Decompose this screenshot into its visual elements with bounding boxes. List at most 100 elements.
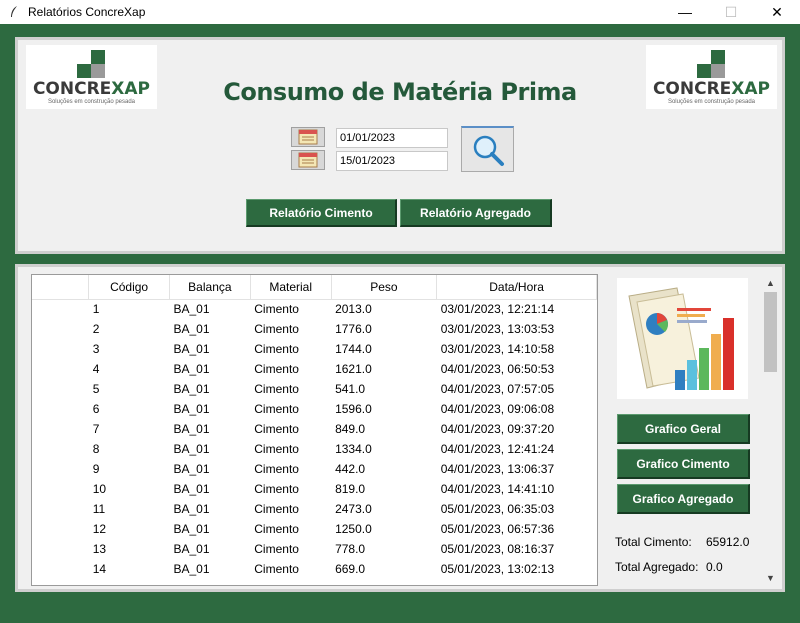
panel-scrollbar[interactable]: ▲ ▼ [762, 274, 779, 586]
logo-tagline: Soluções em construção pesada [667, 98, 756, 105]
data-hora-cell: 04/01/2023, 06:50:53 [440, 362, 555, 376]
peso-cell: 541.0 [335, 382, 366, 396]
table-row[interactable]: 1 BA_01 Cimento 2013.0 03/01/2023, 12:21:14 [32, 299, 597, 319]
start-date-input[interactable]: 01/01/2023 [336, 128, 448, 148]
grafico-cimento-button[interactable]: Grafico Cimento [617, 449, 750, 479]
data-hora-cell: 04/01/2023, 09:06:08 [440, 402, 555, 416]
material-cell: Cimento [254, 442, 299, 456]
row-index-cell [32, 399, 89, 419]
end-date-calendar-button[interactable] [291, 150, 325, 170]
close-button[interactable]: ✕ [754, 0, 800, 24]
table-row[interactable]: 6 BA_01 Cimento 1596.0 04/01/2023, 09:06:08 [32, 399, 597, 419]
logo-wordmark: CONCREXAP [652, 78, 771, 99]
table-row[interactable]: 2 BA_01 Cimento 1776.0 03/01/2023, 13:03:53 [32, 319, 597, 339]
calendar-icon [298, 129, 318, 145]
balanca-cell: BA_01 [173, 362, 210, 376]
codigo-cell: 9 [92, 462, 100, 476]
codigo-cell: 2 [92, 322, 100, 336]
calendar-icon [298, 152, 318, 168]
data-hora-cell: 03/01/2023, 14:10:58 [440, 342, 555, 356]
material-cell: Cimento [254, 342, 299, 356]
table-row[interactable]: 10 BA_01 Cimento 819.0 04/01/2023, 14:41:10 [32, 479, 597, 499]
table-row[interactable]: 7 BA_01 Cimento 849.0 04/01/2023, 09:37:20 [32, 419, 597, 439]
balanca-cell: BA_01 [173, 482, 210, 496]
row-index-cell [32, 559, 89, 579]
table-row[interactable]: 14 BA_01 Cimento 669.0 05/01/2023, 13:02:13 [32, 559, 597, 579]
material-cell: Cimento [254, 542, 299, 556]
search-button[interactable] [461, 126, 514, 172]
codigo-cell: 6 [92, 402, 100, 416]
data-hora-cell: 05/01/2023, 06:35:03 [440, 502, 555, 516]
data-hora-cell: 04/01/2023, 09:37:20 [440, 422, 555, 436]
balanca-cell: BA_01 [173, 422, 210, 436]
peso-cell: 1596.0 [335, 402, 372, 416]
window-controls: — ☐ ✕ [662, 0, 800, 24]
scroll-down-arrow-icon[interactable]: ▼ [762, 569, 779, 586]
window-titlebar: Relatórios ConcreXap — ☐ ✕ [0, 0, 800, 24]
material-cell: Cimento [254, 482, 299, 496]
table-row[interactable]: 11 BA_01 Cimento 2473.0 05/01/2023, 06:35:03 [32, 499, 597, 519]
table-row[interactable]: 3 BA_01 Cimento 1744.0 03/01/2023, 14:10:58 [32, 339, 597, 359]
row-index-cell [32, 519, 89, 539]
codigo-cell: 1 [92, 302, 100, 317]
minimize-button[interactable]: — [662, 0, 708, 24]
relatorio-cimento-button[interactable]: Relatório Cimento [246, 199, 397, 227]
peso-cell: 1250.0 [335, 522, 372, 536]
magnifier-icon [473, 135, 504, 166]
data-hora-cell: 04/01/2023, 14:41:10 [440, 482, 555, 496]
column-header-material[interactable]: Material [250, 275, 332, 300]
balanca-cell: BA_01 [173, 302, 210, 317]
balanca-cell: BA_01 [173, 542, 210, 556]
column-header-balanca[interactable]: Balança [169, 275, 251, 300]
row-index-cell [32, 299, 89, 319]
grafico-geral-button[interactable]: Grafico Geral [617, 414, 750, 444]
scroll-up-arrow-icon[interactable]: ▲ [762, 274, 779, 291]
grafico-agregado-button[interactable]: Grafico Agregado [617, 484, 750, 514]
results-table[interactable]: Código Balança Material Peso Data/Hora 1… [31, 274, 598, 586]
data-hora-cell: 03/01/2023, 12:21:14 [440, 302, 555, 317]
peso-cell: 442.0 [335, 462, 366, 476]
table-row[interactable]: 8 BA_01 Cimento 1334.0 04/01/2023, 12:41:24 [32, 439, 597, 459]
column-header-codigo[interactable]: Código [88, 275, 170, 300]
table-row[interactable]: 12 BA_01 Cimento 1250.0 05/01/2023, 06:57:36 [32, 519, 597, 539]
total-cimento-label: Total Cimento: [615, 535, 692, 549]
row-index-cell [32, 479, 89, 499]
material-cell: Cimento [254, 322, 299, 336]
row-index-cell [32, 339, 89, 359]
end-date-input[interactable]: 15/01/2023 [336, 151, 448, 171]
peso-cell: 1744.0 [335, 342, 372, 356]
logo-mark-icon [76, 49, 105, 78]
balanca-cell: BA_01 [173, 322, 210, 336]
table-row[interactable]: 9 BA_01 Cimento 442.0 04/01/2023, 13:06:37 [32, 459, 597, 479]
table-row[interactable]: 5 BA_01 Cimento 541.0 04/01/2023, 07:57:05 [32, 379, 597, 399]
peso-cell: 849.0 [335, 422, 366, 436]
total-cimento-value: 65912.0 [706, 535, 750, 549]
codigo-cell: 7 [92, 422, 100, 436]
codigo-cell: 3 [92, 342, 100, 356]
codigo-cell: 5 [92, 382, 100, 396]
maximize-button[interactable]: ☐ [708, 0, 754, 24]
codigo-cell: 12 [92, 522, 107, 536]
start-date-calendar-button[interactable] [291, 127, 325, 147]
material-cell: Cimento [254, 562, 299, 576]
data-hora-cell: 05/01/2023, 13:02:13 [440, 562, 555, 576]
column-header-index [32, 275, 90, 300]
material-cell: Cimento [254, 302, 299, 317]
peso-cell: 1776.0 [335, 322, 372, 336]
data-hora-cell: 05/01/2023, 06:57:36 [440, 522, 555, 536]
chart-illustration [617, 278, 748, 399]
relatorio-agregado-button[interactable]: Relatório Agregado [400, 199, 552, 227]
total-agregado-value: 0.0 [706, 560, 723, 574]
peso-cell: 1621.0 [335, 362, 372, 376]
column-header-data-hora[interactable]: Data/Hora [436, 275, 597, 300]
column-header-peso[interactable]: Peso [331, 275, 438, 300]
row-index-cell [32, 379, 89, 399]
table-row[interactable]: 4 BA_01 Cimento 1621.0 04/01/2023, 06:50:53 [32, 359, 597, 379]
codigo-cell: 8 [92, 442, 100, 456]
material-cell: Cimento [254, 522, 299, 536]
window-title: Relatórios ConcreXap [28, 5, 146, 19]
scroll-thumb[interactable] [764, 292, 777, 372]
table-row[interactable]: 13 BA_01 Cimento 778.0 05/01/2023, 08:16:37 [32, 539, 597, 559]
report-chart-icon [628, 287, 734, 390]
balanca-cell: BA_01 [173, 522, 210, 536]
